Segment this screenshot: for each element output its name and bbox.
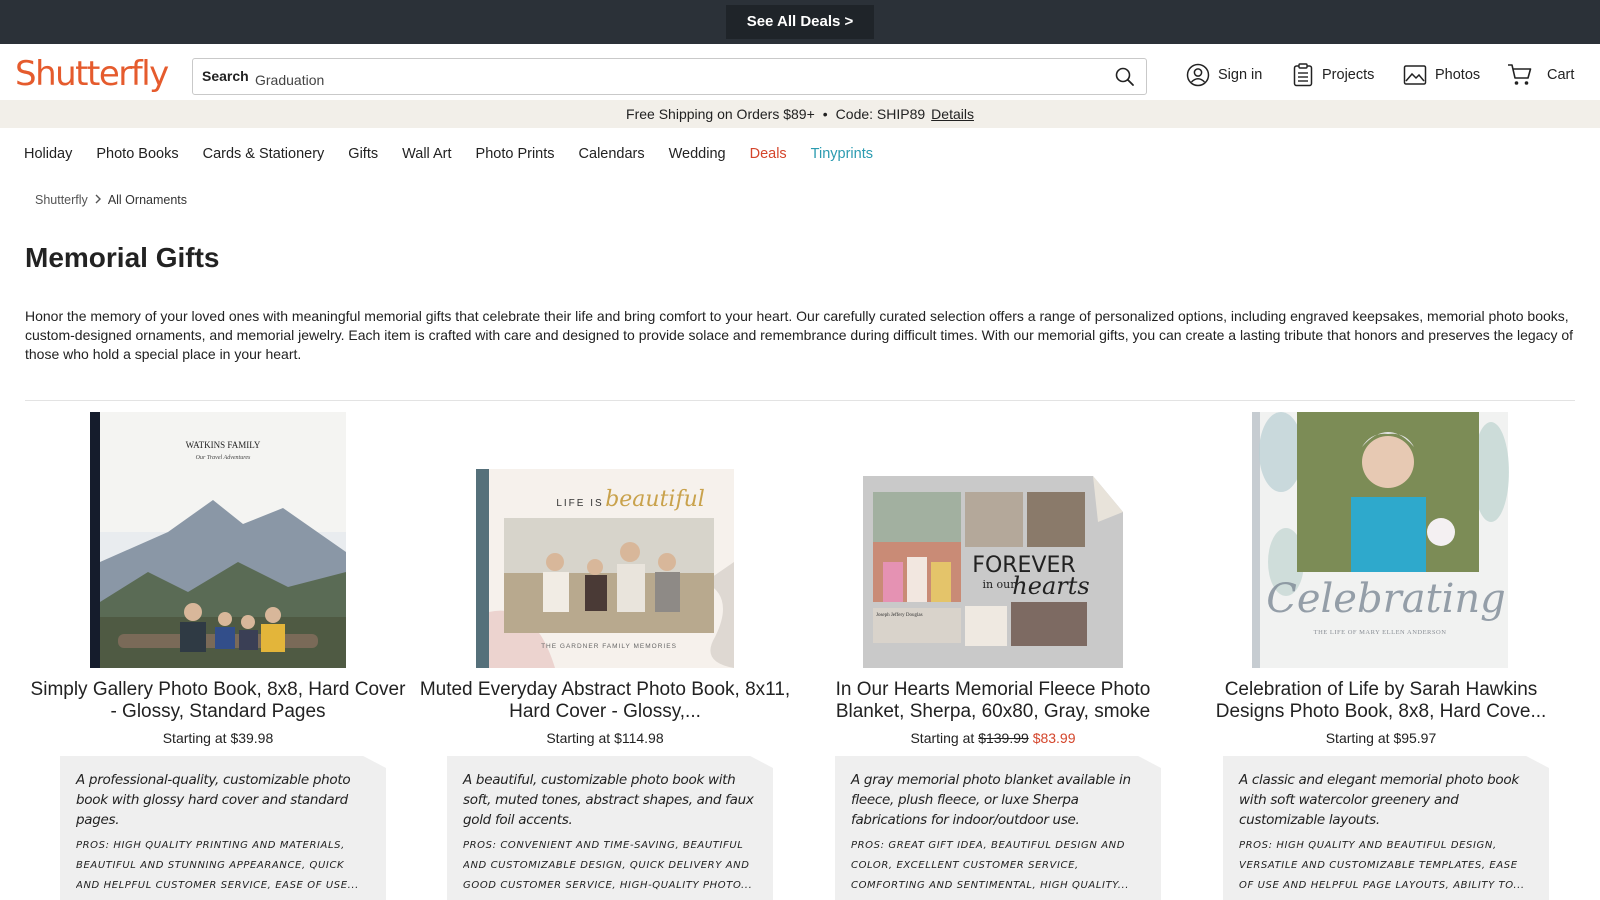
product-pros: Pros: Great gift idea, beautiful design …: [851, 840, 1130, 891]
shipping-banner: Free Shipping on Orders $89+ • Code: SHIP8…: [0, 100, 1600, 128]
search-bar[interactable]: Search: [192, 58, 1147, 95]
cover-script: hearts: [1012, 572, 1089, 600]
nav-wall-art[interactable]: Wall Art: [402, 143, 451, 165]
product-pros: Pros: High quality printing and material…: [76, 840, 359, 891]
separator-dot: •: [822, 106, 828, 122]
page-title: Memorial Gifts: [25, 242, 220, 273]
photos-link[interactable]: Photos: [1403, 58, 1480, 92]
product-title[interactable]: In Our Hearts Memorial Fleece Photo Blan…: [803, 679, 1183, 723]
product-description: A gray memorial photo blanket available …: [851, 772, 1131, 828]
see-all-deals-button[interactable]: See All Deals >: [726, 5, 874, 39]
shutterfly-logo[interactable]: Shutterfly: [15, 54, 169, 94]
nav-photo-prints[interactable]: Photo Prints: [476, 143, 555, 165]
breadcrumb-current[interactable]: All Ornaments: [108, 193, 187, 207]
promo-code: Code: SHIP89: [835, 106, 926, 122]
search-label: Search: [202, 68, 249, 84]
nav-gifts[interactable]: Gifts: [348, 143, 378, 165]
user-icon: [1186, 63, 1210, 87]
promo-bar: See All Deals >: [0, 0, 1600, 44]
price-value: $114.98: [614, 730, 664, 746]
product-pros: Pros: Convenient and time-saving, beauti…: [463, 840, 753, 891]
product-description: A classic and elegant memorial photo boo…: [1239, 772, 1519, 828]
photo-icon: [1403, 64, 1427, 86]
clipboard-icon: [1292, 63, 1314, 87]
cover-mid: in our: [982, 578, 1016, 591]
sign-in-label: Sign in: [1218, 67, 1263, 83]
price-prefix: Starting at: [910, 730, 975, 746]
chevron-right-icon: [94, 193, 102, 207]
cover-script: Celebrating: [1266, 576, 1506, 622]
product-description: A beautiful, customizable photo book wit…: [463, 772, 754, 828]
price-prefix: Starting at: [162, 730, 227, 746]
nav-tinyprints[interactable]: Tinyprints: [811, 143, 873, 165]
product-card[interactable]: Joseph Jeffery Douglas FOREVER in our he…: [803, 412, 1183, 900]
product-summary: A professional-quality, customizable pho…: [60, 756, 386, 900]
photos-label: Photos: [1435, 67, 1481, 83]
nav-wedding[interactable]: Wedding: [669, 143, 726, 165]
nav-deals[interactable]: Deals: [750, 143, 787, 165]
price-prefix: Starting at: [1325, 730, 1390, 746]
divider: [25, 400, 1575, 401]
search-icon[interactable]: [1114, 66, 1136, 88]
product-title[interactable]: Muted Everyday Abstract Photo Book, 8x11…: [415, 679, 795, 723]
cart-label: Cart: [1547, 67, 1575, 83]
product-price: Starting at $39.98: [28, 730, 408, 746]
product-image[interactable]: Celebrating THE LIFE OF MARY ELLEN ANDER…: [1191, 412, 1571, 670]
product-price: Starting at $114.98: [415, 730, 795, 746]
product-pros: Pros: High quality and beautiful design,…: [1239, 840, 1525, 891]
product-card[interactable]: LIFE IS beautiful THE GARDNER FAMILY MEM…: [415, 412, 795, 900]
price-original: $139.99: [978, 730, 1029, 746]
cart-link[interactable]: Cart: [1507, 58, 1574, 92]
nav-photo-books[interactable]: Photo Books: [96, 143, 178, 165]
product-card[interactable]: Celebrating THE LIFE OF MARY ELLEN ANDER…: [1191, 412, 1571, 900]
cover-title: LIFE IS: [556, 498, 603, 509]
shipping-text: Free Shipping on Orders $89+: [626, 106, 815, 122]
nav-cards-stationery[interactable]: Cards & Stationery: [203, 143, 325, 165]
product-summary: A gray memorial photo blanket available …: [835, 756, 1161, 900]
product-image[interactable]: WATKINS FAMILY Our Travel Adventures: [28, 412, 408, 670]
main-nav: Holiday Photo Books Cards & Stationery G…: [24, 143, 897, 165]
breadcrumb: Shutterfly All Ornaments: [35, 193, 187, 207]
cover-subtitle: THE GARDNER FAMILY MEMORIES: [541, 643, 677, 650]
price-sale: $83.99: [1032, 730, 1076, 746]
breadcrumb-home[interactable]: Shutterfly: [35, 193, 88, 207]
price-value: $95.97: [1393, 730, 1437, 746]
sign-in-link[interactable]: Sign in: [1186, 58, 1262, 92]
product-summary: A beautiful, customizable photo book wit…: [447, 756, 773, 900]
cart-icon: [1507, 63, 1533, 87]
price-value: $39.98: [230, 730, 274, 746]
product-image[interactable]: LIFE IS beautiful THE GARDNER FAMILY MEM…: [415, 412, 795, 670]
cover-subtitle: Joseph Jeffery Douglas: [876, 613, 923, 618]
product-price: Starting at $95.97: [1191, 730, 1571, 746]
product-title[interactable]: Celebration of Life by Sarah Hawkins Des…: [1191, 679, 1571, 723]
site-header: Shutterfly Search Sign in Projects Photo…: [0, 44, 1600, 100]
product-title[interactable]: Simply Gallery Photo Book, 8x8, Hard Cov…: [28, 679, 408, 723]
product-summary: A classic and elegant memorial photo boo…: [1223, 756, 1549, 900]
page-intro: Honor the memory of your loved ones with…: [25, 308, 1574, 362]
cover-subtitle: Our Travel Adventures: [196, 455, 251, 461]
projects-label: Projects: [1322, 67, 1375, 83]
shipping-details-link[interactable]: Details: [931, 106, 974, 122]
cover-subtitle: THE LIFE OF MARY ELLEN ANDERSON: [1314, 629, 1447, 636]
product-image[interactable]: Joseph Jeffery Douglas FOREVER in our he…: [803, 412, 1183, 670]
product-description: A professional-quality, customizable pho…: [76, 772, 351, 828]
nav-calendars[interactable]: Calendars: [579, 143, 645, 165]
nav-holiday[interactable]: Holiday: [24, 143, 72, 165]
product-price: Starting at $139.99 $83.99: [803, 730, 1183, 746]
search-input[interactable]: [255, 65, 1075, 91]
cover-script: beautiful: [605, 487, 705, 512]
cover-title: WATKINS FAMILY: [186, 440, 261, 450]
price-prefix: Starting at: [546, 730, 611, 746]
projects-link[interactable]: Projects: [1292, 58, 1374, 92]
product-card[interactable]: WATKINS FAMILY Our Travel Adventures Sim…: [28, 412, 408, 900]
